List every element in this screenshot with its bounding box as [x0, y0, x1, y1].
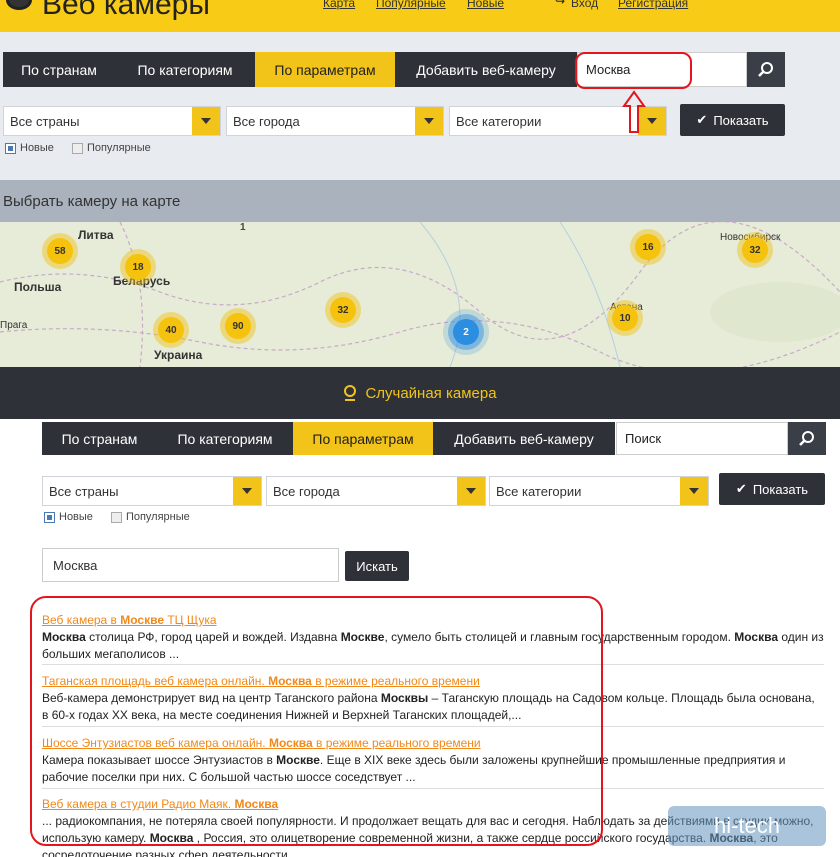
map-cluster[interactable]: 58 — [47, 238, 73, 264]
camera-map[interactable]: Литва Беларусь Польша Украина Новосибирс… — [0, 222, 840, 367]
country-select[interactable]: Все страны — [42, 476, 262, 506]
login-link[interactable]: Вход — [571, 0, 598, 10]
results-annotation-highlight — [30, 596, 603, 846]
snippet-highlight: Москва — [734, 630, 779, 644]
new-link[interactable]: Новые — [467, 0, 504, 10]
nav-add-webcam[interactable]: Добавить веб-камеру — [433, 422, 615, 455]
nav-by-category[interactable]: По категориям — [115, 52, 255, 87]
nav-by-category[interactable]: По категориям — [157, 422, 293, 455]
city-select-value: Все города — [233, 113, 300, 129]
register-link[interactable]: Регистрация — [618, 0, 688, 10]
search-button[interactable] — [747, 52, 785, 87]
secondary-search: Поиск — [616, 422, 826, 455]
popular-checkbox[interactable] — [110, 511, 122, 523]
search-icon — [799, 430, 814, 446]
map-label-prague: Прага — [0, 320, 28, 331]
new-checkbox-label: Новые — [20, 142, 54, 154]
map-cluster[interactable]: 32 — [330, 297, 356, 323]
map-cluster-small[interactable]: 1 — [240, 222, 246, 233]
find-button[interactable]: Искать — [345, 551, 409, 581]
map-cluster[interactable]: 10 — [612, 305, 638, 331]
show-button-label: Показать — [752, 481, 809, 497]
city-select[interactable]: Все города — [226, 106, 444, 136]
chevron-down-icon — [680, 477, 708, 505]
nav-by-country[interactable]: По странам — [42, 422, 157, 455]
country-select-value: Все страны — [49, 483, 119, 499]
city-select-value: Все города — [273, 483, 340, 499]
show-button[interactable]: ✔ Показать — [719, 473, 825, 505]
chevron-down-icon — [192, 107, 220, 135]
country-select-value: Все страны — [10, 113, 80, 129]
site-logo[interactable]: Веб камеры — [42, 0, 210, 22]
map-label-poland: Польша — [14, 280, 62, 294]
top-bar: Веб камеры Карта Популярные Новые ↪ Вход… — [0, 0, 840, 32]
search-button[interactable] — [788, 422, 826, 455]
popular-checkbox-label: Популярные — [125, 511, 190, 523]
map-cluster[interactable]: 32 — [742, 237, 768, 263]
filter-checks: Новые Популярные — [5, 142, 151, 154]
chevron-down-icon — [415, 107, 443, 135]
main-nav-secondary: По странам По категориям По параметрам Д… — [42, 422, 615, 455]
annotation-highlight — [575, 52, 692, 89]
country-select[interactable]: Все страны — [3, 106, 221, 136]
map-cluster-selected[interactable]: 2 — [453, 319, 479, 345]
new-checkbox-label: Новые — [59, 511, 93, 523]
random-camera-bar[interactable]: Случайная камера — [0, 367, 840, 419]
city-select[interactable]: Все города — [266, 476, 486, 506]
popular-checkbox-label: Популярные — [86, 142, 151, 154]
popular-link[interactable]: Популярные — [376, 0, 446, 10]
random-camera-label: Случайная камера — [365, 384, 497, 402]
nav-add-webcam[interactable]: Добавить веб-камеру — [395, 52, 577, 87]
nav-by-country[interactable]: По странам — [3, 52, 115, 87]
map-cluster[interactable]: 90 — [225, 313, 251, 339]
query-input[interactable]: Москва — [42, 548, 339, 582]
map-background — [0, 222, 840, 367]
camera-logo-icon — [6, 0, 32, 10]
nav-by-parameters[interactable]: По параметрам — [293, 422, 433, 455]
login-icon: ↪ — [555, 0, 566, 8]
category-select[interactable]: Все категории — [489, 476, 709, 506]
search-icon — [758, 61, 773, 77]
category-select-value: Все категории — [456, 113, 542, 129]
map-link[interactable]: Карта — [323, 0, 355, 10]
watermark-logo: hi-tech — [668, 806, 826, 846]
show-button-label: Показать — [713, 112, 769, 128]
map-cluster[interactable]: 40 — [158, 317, 184, 343]
popular-checkbox[interactable] — [71, 142, 83, 154]
new-checkbox[interactable] — [5, 142, 16, 154]
checkmark-icon: ✔ — [735, 481, 747, 496]
search-input[interactable]: Поиск — [616, 422, 788, 455]
filter-checks: Новые Популярные — [44, 511, 190, 523]
new-checkbox[interactable] — [44, 511, 55, 523]
location-pin-icon — [344, 385, 357, 401]
map-cluster[interactable]: 16 — [635, 234, 661, 260]
map-label-ukraine: Украина — [154, 348, 203, 362]
map-cluster[interactable]: 18 — [125, 254, 151, 280]
main-nav: По странам По категориям По параметрам Д… — [3, 52, 577, 87]
map-title: Выбрать камеру на карте — [0, 180, 840, 222]
chevron-down-icon — [233, 477, 261, 505]
checkmark-icon: ✔ — [696, 112, 708, 127]
annotation-arrow-icon — [622, 90, 646, 133]
chevron-down-icon — [457, 477, 485, 505]
category-select-value: Все категории — [496, 483, 582, 499]
nav-by-parameters[interactable]: По параметрам — [255, 52, 395, 87]
show-button[interactable]: ✔ Показать — [680, 104, 785, 136]
map-label-lithuania: Литва — [78, 228, 114, 242]
